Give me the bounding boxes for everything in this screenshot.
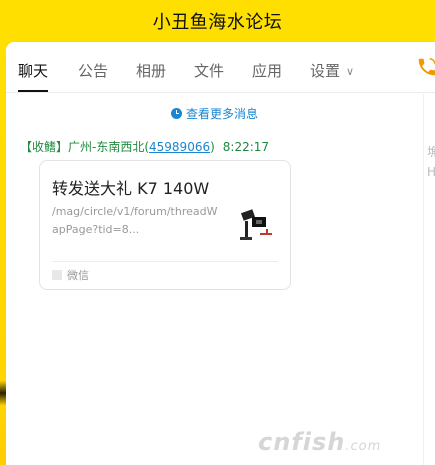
phone-icon[interactable] — [416, 56, 435, 78]
view-more-messages-link[interactable]: 查看更多消息 — [6, 105, 423, 122]
tab-settings[interactable]: 设置 ∨ — [310, 60, 354, 90]
tab-chat[interactable]: 聊天 — [18, 60, 49, 92]
card-divider — [52, 261, 278, 262]
card-source-label: 微信 — [67, 269, 89, 282]
sender-name: 【收鳍】广州-东南西北( — [20, 140, 150, 154]
view-more-label: 查看更多消息 — [185, 107, 258, 121]
tab-apps[interactable]: 应用 — [252, 60, 282, 90]
watermark-text: cnfish — [258, 428, 346, 456]
message-time: 8:22:17 — [222, 140, 270, 154]
tab-announcements[interactable]: 公告 — [78, 60, 108, 90]
sender-qq-link[interactable]: 45989066 — [149, 140, 210, 154]
card-thumbnail — [240, 209, 272, 240]
chat-panel: 聊天 公告 相册 文件 应用 设置 ∨ 埆 H 查看更多消息 【收鳍】广州-东南西… — [6, 42, 435, 465]
shared-link-card[interactable]: 转发送大礼 K7 140W /mag/circle/v1/forum/threa… — [39, 160, 291, 290]
right-peek-line: H — [427, 165, 435, 179]
tab-files[interactable]: 文件 — [194, 60, 224, 90]
tab-albums[interactable]: 相册 — [136, 60, 166, 90]
message-sender: 【收鳍】广州-东南西北(45989066) 8:22:17 — [20, 138, 269, 155]
window-title: 小丑鱼海水论坛 — [152, 12, 283, 33]
card-title: 转发送大礼 K7 140W — [52, 179, 210, 198]
tab-settings-label: 设置 — [310, 62, 341, 80]
title-bar: 小丑鱼海水论坛 — [0, 0, 435, 42]
site-watermark: cnfish.com — [258, 428, 381, 456]
watermark-suffix: .com — [345, 439, 382, 454]
card-url: /mag/circle/v1/forum/threadWapPage?tid=8… — [52, 205, 218, 236]
card-source: 微信 — [52, 267, 89, 283]
wechat-icon — [52, 270, 62, 280]
sender-suffix: ) — [210, 140, 215, 154]
panel-divider — [423, 94, 424, 465]
right-panel-peek: 埆 H — [427, 142, 435, 182]
clock-icon — [170, 108, 182, 119]
right-peek-line: 埆 — [427, 145, 435, 159]
tab-bar: 聊天 公告 相册 文件 应用 设置 ∨ — [6, 42, 435, 93]
chevron-down-icon: ∨ — [346, 65, 355, 78]
